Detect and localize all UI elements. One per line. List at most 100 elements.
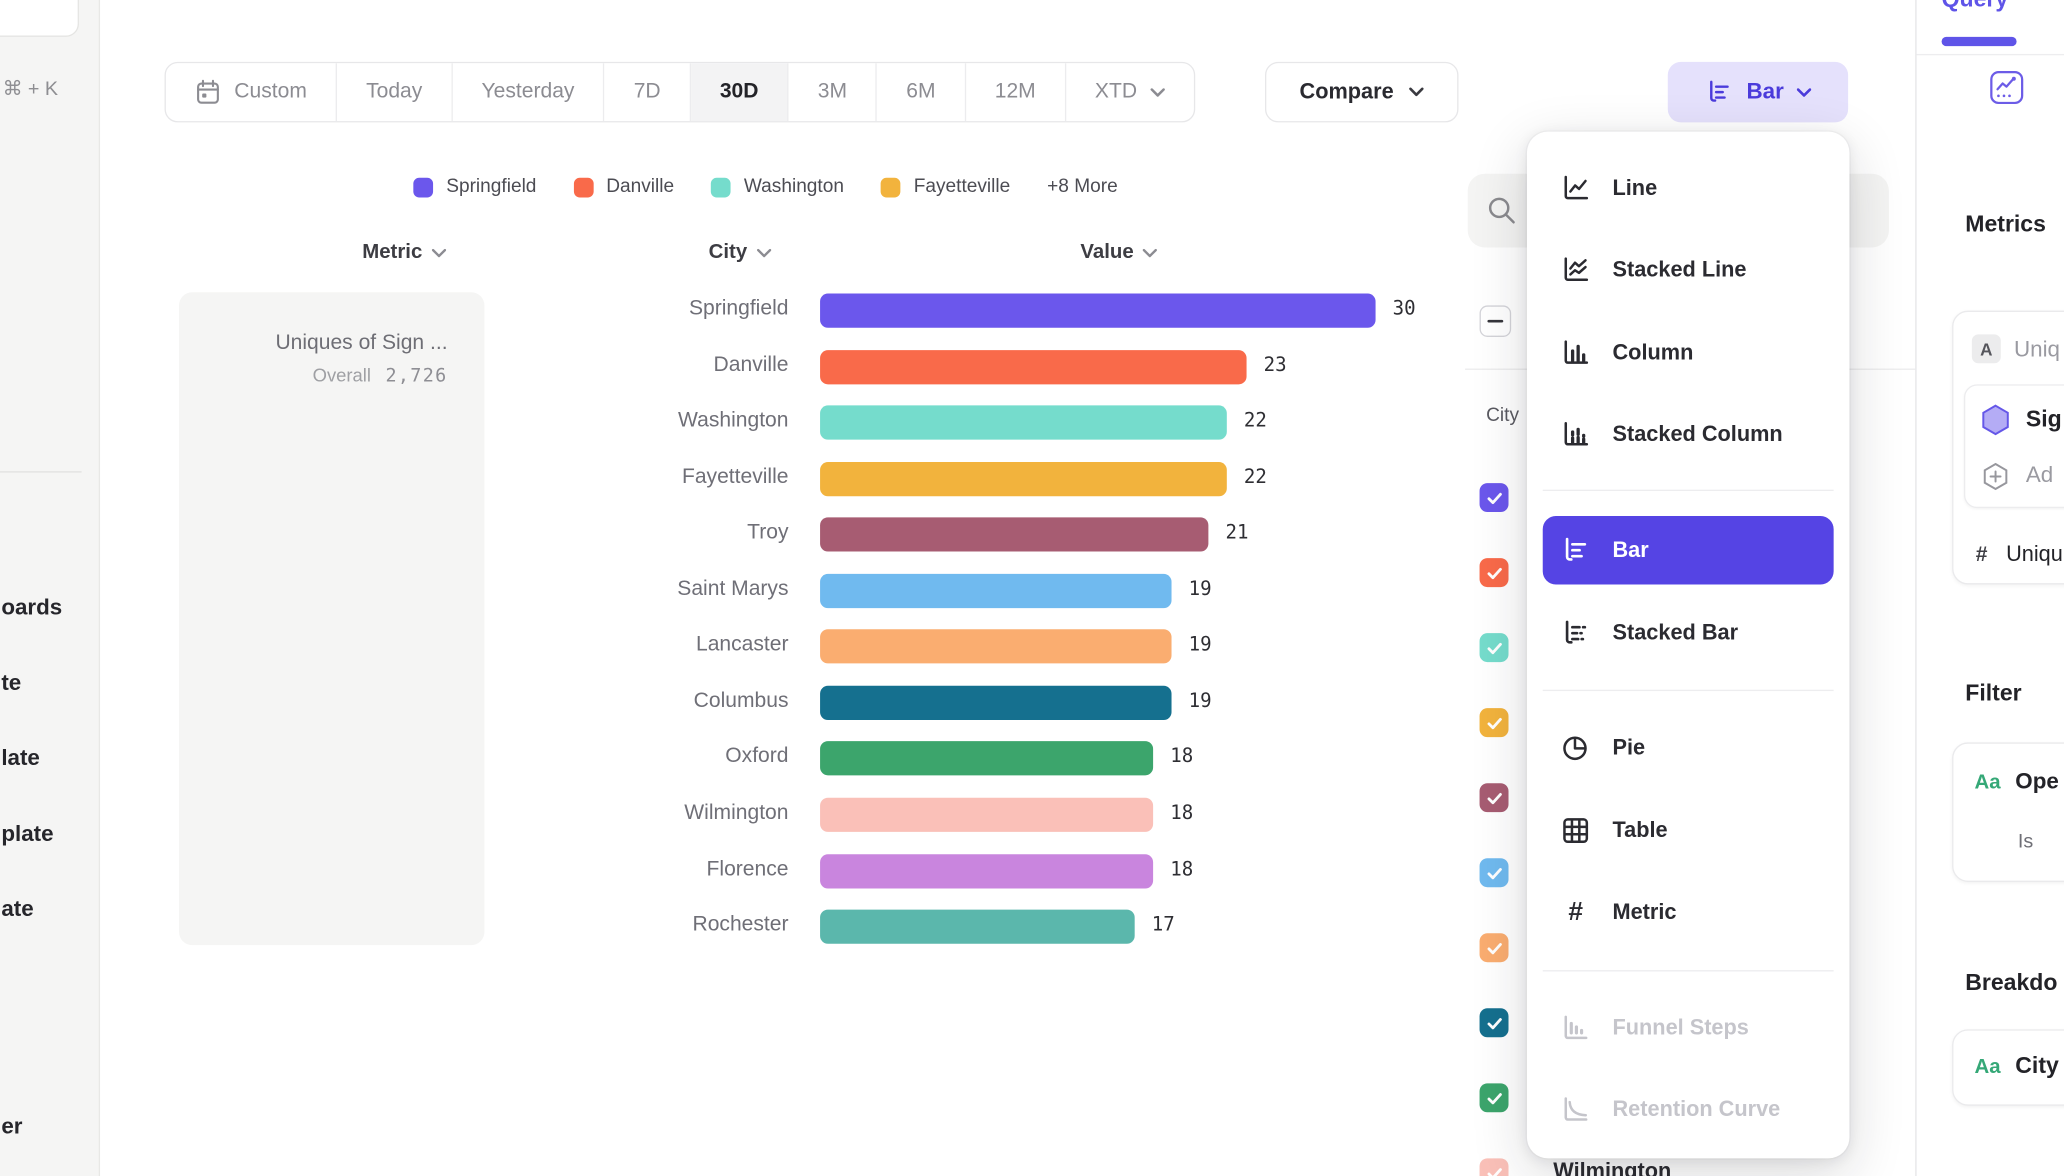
- date-button-3m[interactable]: 3M: [789, 63, 878, 121]
- legend-more-button[interactable]: +8 More: [1047, 176, 1118, 197]
- nav-item-partial-er[interactable]: er: [1, 1114, 22, 1140]
- nav-item-partial-late[interactable]: late: [1, 745, 40, 771]
- nav-item-partial-ate[interactable]: ate: [1, 896, 33, 922]
- menu-item-stacked-line[interactable]: Stacked Line: [1543, 237, 1834, 303]
- bar-segment[interactable]: [820, 518, 1208, 552]
- legend-swatch: [413, 177, 433, 197]
- funnel-steps-icon: [1560, 1012, 1592, 1044]
- retention-curve-icon: [1560, 1094, 1592, 1126]
- bar-segment[interactable]: [820, 854, 1153, 888]
- legend-item-fayetteville[interactable]: Fayetteville: [881, 176, 1010, 197]
- bar-value-label: 18: [1170, 803, 1193, 824]
- bar-segment[interactable]: [820, 910, 1135, 944]
- count-label-truncated: Uniqu: [2006, 542, 2063, 567]
- pie-chart-icon: [1560, 732, 1592, 764]
- add-label-truncated: Ad: [2026, 462, 2053, 488]
- bar-value-label: 21: [1226, 523, 1249, 544]
- date-button-30d[interactable]: 30D: [691, 63, 789, 121]
- search-icon: [1485, 194, 1518, 227]
- bar-segment[interactable]: [820, 350, 1246, 384]
- legend-item-label: Springfield: [446, 176, 536, 197]
- metric-card-title: Uniques of Sign ...: [205, 332, 447, 356]
- legend-item-washington[interactable]: Washington: [711, 176, 844, 197]
- chart-type-button[interactable]: Bar: [1668, 62, 1848, 123]
- nav-search-box[interactable]: [0, 0, 79, 37]
- bar-segment[interactable]: [820, 630, 1171, 664]
- bar-segment[interactable]: [820, 742, 1153, 776]
- select-all-checkbox[interactable]: [1480, 305, 1512, 337]
- metric-card[interactable]: Uniques of Sign ... Overall 2,726: [179, 292, 484, 945]
- metric-query-card[interactable]: A Uniq Sig Ad # Uniqu: [1952, 311, 2064, 585]
- series-checkbox[interactable]: [1480, 783, 1509, 812]
- metric-card-overall-label: Overall: [313, 365, 371, 386]
- chevron-down-icon: [1797, 88, 1811, 97]
- nav-divider: [0, 471, 82, 472]
- series-checkbox[interactable]: [1480, 483, 1509, 512]
- event-card[interactable]: Sig Ad: [1964, 384, 2064, 508]
- column-header-value-label: Value: [1080, 241, 1133, 265]
- menu-item-column[interactable]: Column: [1543, 320, 1834, 386]
- menu-item-retention-curve: Retention Curve: [1543, 1077, 1834, 1143]
- tab-query[interactable]: Query: [1942, 0, 2009, 13]
- menu-item-line[interactable]: Line: [1543, 155, 1834, 221]
- filter-operator: Is: [2018, 831, 2033, 853]
- series-checkbox[interactable]: [1480, 933, 1509, 962]
- bar-segment[interactable]: [820, 294, 1375, 328]
- menu-item-bar[interactable]: Bar: [1543, 516, 1834, 584]
- metrics-heading: Metrics: [1965, 211, 2046, 239]
- series-checkbox[interactable]: [1480, 1008, 1509, 1037]
- bar-segment[interactable]: [820, 798, 1153, 832]
- bar-category-label: Wilmington: [495, 802, 789, 826]
- series-checkbox[interactable]: [1480, 633, 1509, 662]
- date-button-yesterday[interactable]: Yesterday: [453, 63, 605, 121]
- bar-segment[interactable]: [820, 686, 1171, 720]
- series-checkbox[interactable]: [1480, 708, 1509, 737]
- menu-item-pie[interactable]: Pie: [1543, 715, 1834, 781]
- series-checkbox[interactable]: [1480, 1158, 1509, 1176]
- breakdown-query-card[interactable]: Aa City: [1952, 1029, 2064, 1105]
- column-header-city[interactable]: City: [667, 241, 812, 265]
- bar-category-label: Springfield: [495, 297, 789, 321]
- stacked-bar-chart-icon: [1560, 617, 1592, 649]
- keyboard-shortcut-hint: ⌘ + K: [3, 76, 58, 100]
- legend-item-danville[interactable]: Danville: [573, 176, 674, 197]
- chart-row-fayetteville: Fayetteville 22: [495, 451, 1469, 508]
- series-checkbox[interactable]: [1480, 558, 1509, 587]
- insights-chart-icon[interactable]: [1989, 70, 2025, 106]
- legend-item-springfield[interactable]: Springfield: [413, 176, 536, 197]
- date-button-6m[interactable]: 6M: [877, 63, 966, 121]
- bar-segment[interactable]: [820, 462, 1227, 496]
- series-checkbox[interactable]: [1480, 1083, 1509, 1112]
- bar-category-label: Fayetteville: [495, 466, 789, 490]
- filter-group-label: City: [1486, 405, 1519, 426]
- date-button-today[interactable]: Today: [337, 63, 452, 121]
- column-header-metric[interactable]: Metric: [332, 241, 477, 265]
- bar-segment[interactable]: [820, 574, 1171, 608]
- add-event-icon[interactable]: [1980, 461, 2012, 493]
- chevron-down-icon: [432, 248, 446, 257]
- filter-query-card[interactable]: Aa Ope Is i: [1952, 742, 2064, 882]
- date-button-7d[interactable]: 7D: [605, 63, 691, 121]
- bar-value-label: 22: [1244, 467, 1267, 488]
- menu-item-label: Column: [1613, 340, 1694, 365]
- date-button-12m[interactable]: 12M: [966, 63, 1066, 121]
- column-header-value[interactable]: Value: [1046, 241, 1191, 265]
- date-button-xtd[interactable]: XTD: [1066, 63, 1194, 121]
- nav-item-partial-oards[interactable]: oards: [1, 595, 62, 621]
- series-checkbox[interactable]: [1480, 858, 1509, 887]
- menu-item-metric[interactable]: #Metric: [1543, 879, 1834, 945]
- nav-item-partial-plate[interactable]: plate: [1, 821, 53, 847]
- date-range-group: CustomTodayYesterday7D30D3M6M12MXTD: [165, 62, 1195, 123]
- date-button-custom[interactable]: Custom: [166, 63, 337, 121]
- menu-item-table[interactable]: Table: [1543, 798, 1834, 864]
- menu-item-stacked-column[interactable]: Stacked Column: [1543, 401, 1834, 467]
- menu-item-label: Stacked Bar: [1613, 621, 1739, 646]
- menu-item-label: Stacked Line: [1613, 257, 1747, 282]
- breakdown-property: City: [2015, 1052, 2059, 1080]
- bar-segment[interactable]: [820, 406, 1227, 440]
- table-icon: [1560, 815, 1592, 847]
- bar-category-label: Lancaster: [495, 634, 789, 658]
- nav-item-partial-te[interactable]: te: [1, 670, 21, 696]
- compare-button[interactable]: Compare: [1265, 62, 1459, 123]
- menu-item-stacked-bar[interactable]: Stacked Bar: [1543, 600, 1834, 666]
